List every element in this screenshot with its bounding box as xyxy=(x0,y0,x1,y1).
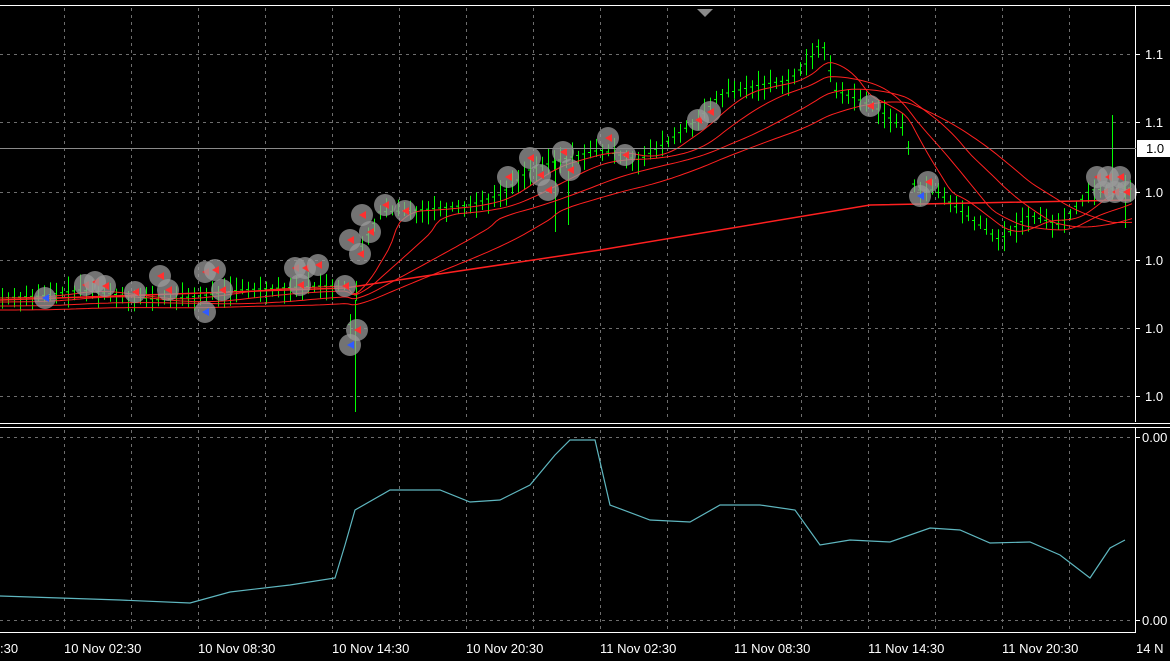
indicator-series-line xyxy=(0,439,1126,604)
price-label: 1.0 xyxy=(1145,389,1163,404)
time-label: 11 Nov 14:30 xyxy=(868,641,944,656)
trading-chart[interactable]: 1.1 1.1 1.0 1.0 1.0 1.0 1.0 0.00 0.00 :3… xyxy=(0,0,1170,661)
price-label: 1.1 xyxy=(1145,47,1163,62)
time-label: 10 Nov 02:30 xyxy=(64,641,141,656)
trade-markers xyxy=(34,95,1137,356)
indicator-label: 0.00 xyxy=(1142,430,1167,445)
price-label: 1.0 xyxy=(1145,253,1163,268)
current-price-tag: 1.0 xyxy=(1137,140,1170,157)
time-label: 11 Nov 08:30 xyxy=(734,641,810,656)
grid-lines xyxy=(0,8,1134,631)
price-axis: 1.1 1.1 1.0 1.0 1.0 1.0 xyxy=(1135,47,1163,404)
price-candles xyxy=(0,39,1131,412)
indicator-line xyxy=(0,439,1126,604)
current-price-value: 1.0 xyxy=(1146,141,1164,156)
time-label: 10 Nov 08:30 xyxy=(198,641,275,656)
time-label: 14 N xyxy=(1136,641,1163,656)
time-label: :30 xyxy=(0,641,18,656)
indicator-label: 0.00 xyxy=(1142,613,1167,628)
time-label: 10 Nov 14:30 xyxy=(332,641,409,656)
time-label: 10 Nov 20:30 xyxy=(466,641,543,656)
time-label: 11 Nov 20:30 xyxy=(1002,641,1078,656)
price-label: 1.0 xyxy=(1145,185,1163,200)
shift-marker-icon[interactable] xyxy=(697,9,713,17)
indicator-axis: 0.00 0.00 xyxy=(1135,430,1167,628)
price-label: 1.0 xyxy=(1145,321,1163,336)
time-axis: :30 10 Nov 02:30 10 Nov 08:30 10 Nov 14:… xyxy=(0,641,1163,656)
price-label: 1.1 xyxy=(1145,115,1163,130)
moving-average-line xyxy=(0,76,1133,303)
time-label: 11 Nov 02:30 xyxy=(600,641,676,656)
